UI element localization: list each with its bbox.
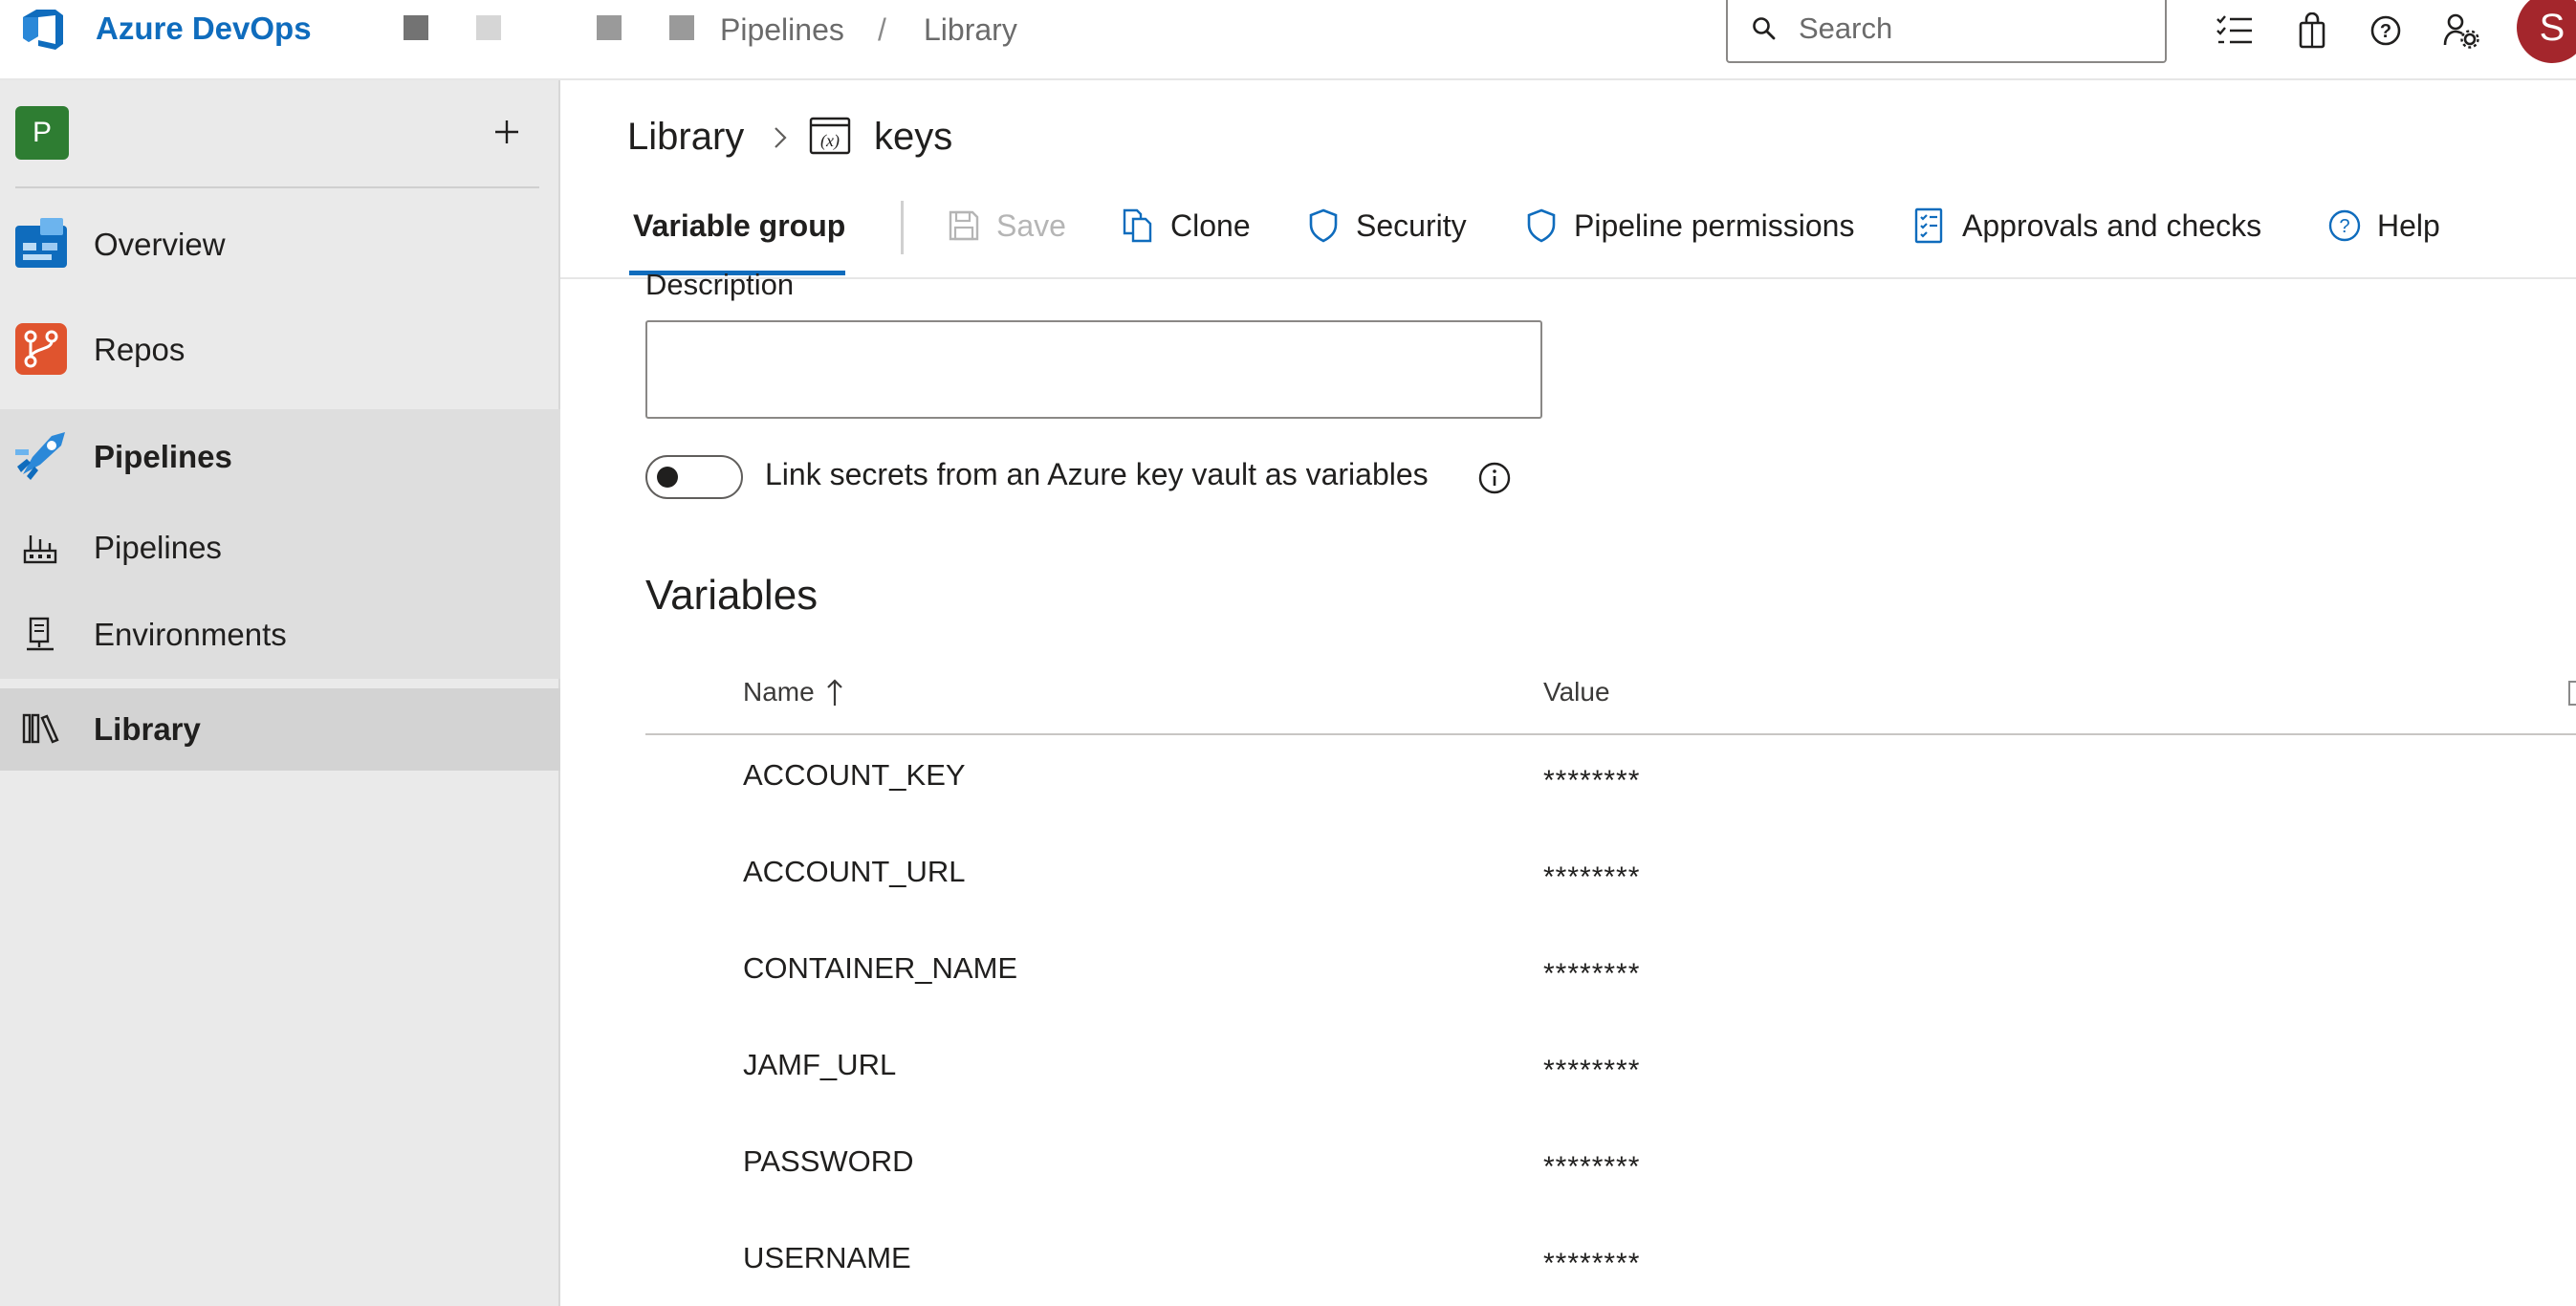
variable-group-name: keys — [874, 115, 953, 158]
repos-icon — [13, 321, 69, 377]
top-bar: Azure DevOps Pipelines / Library Search … — [0, 0, 2576, 80]
search-box[interactable] — [1726, 0, 2167, 63]
checklist-icon — [1910, 207, 1949, 245]
page-breadcrumb: Library (x) keys — [627, 113, 952, 161]
variable-value[interactable]: ******** — [1543, 1151, 1640, 1184]
variable-value[interactable]: ******** — [1543, 861, 1640, 894]
user-settings-icon[interactable] — [2440, 10, 2482, 52]
shield-icon — [1522, 207, 1561, 245]
sidebar-item-label: Library — [94, 711, 201, 747]
user-avatar[interactable]: S — [2517, 0, 2576, 63]
library-icon — [21, 709, 61, 748]
table-row[interactable]: CONTAINER_NAME ******** — [645, 933, 2576, 1029]
help-label: Help — [2377, 207, 2440, 243]
column-header-name[interactable]: Name — [743, 677, 815, 707]
table-row[interactable]: ACCOUNT_URL ******** — [645, 837, 2576, 932]
svg-text:(x): (x) — [820, 131, 840, 151]
save-label: Save — [996, 207, 1066, 243]
sidebar-item-pipelines-section[interactable]: Pipelines — [0, 409, 560, 505]
add-project-button[interactable] — [488, 113, 526, 151]
info-icon[interactable] — [1476, 460, 1513, 496]
pipeline-permissions-button[interactable]: Pipeline permissions — [1522, 205, 1854, 247]
task-list-icon[interactable] — [2214, 10, 2256, 52]
variable-value[interactable]: ******** — [1543, 765, 1640, 797]
sidebar-item-pipelines[interactable]: Pipelines — [0, 505, 560, 591]
breadcrumb-separator: / — [878, 12, 886, 47]
column-header-value[interactable]: Value — [1543, 677, 1610, 707]
save-icon — [945, 207, 983, 245]
org-name-redacted[interactable] — [476, 15, 501, 40]
sidebar-item-label: Repos — [94, 332, 186, 367]
variable-name[interactable]: CONTAINER_NAME — [743, 951, 1017, 986]
azure-devops-logo-icon[interactable] — [17, 4, 69, 55]
sidebar-item-environments[interactable]: Environments — [0, 591, 560, 679]
brand-name[interactable]: Azure DevOps — [96, 11, 312, 47]
sidebar: P Overview Repos Pipelines Pipelines Env… — [0, 80, 560, 1306]
org-avatar-icon[interactable] — [404, 15, 428, 40]
breadcrumb-library-link[interactable]: Library — [627, 116, 744, 159]
variable-value[interactable]: ******** — [1543, 958, 1640, 990]
help-circle-icon: ? — [2325, 207, 2364, 245]
clone-icon — [1119, 207, 1157, 245]
sidebar-item-label: Pipelines — [94, 439, 232, 474]
variable-value[interactable]: ******** — [1543, 1248, 1640, 1280]
sort-ascending-icon[interactable] — [824, 677, 845, 707]
save-button[interactable]: Save — [945, 205, 1066, 247]
shopping-bag-icon[interactable] — [2291, 10, 2333, 52]
security-label: Security — [1356, 207, 1467, 243]
breadcrumb-pipelines[interactable]: Pipelines — [720, 12, 844, 48]
keyvault-toggle[interactable] — [645, 455, 743, 499]
sidebar-divider — [15, 186, 539, 188]
svg-text:?: ? — [2380, 21, 2391, 42]
environments-icon — [21, 616, 59, 654]
help-button[interactable]: ? Help — [2325, 205, 2440, 247]
variable-value[interactable]: ******** — [1543, 1055, 1640, 1087]
table-header-divider — [645, 733, 2576, 735]
pipeline-permissions-label: Pipeline permissions — [1574, 207, 1855, 243]
project-name-redacted[interactable] — [669, 15, 694, 40]
variable-name[interactable]: USERNAME — [743, 1241, 911, 1275]
tab-variable-group[interactable]: Variable group — [633, 208, 845, 244]
sidebar-item-overview[interactable]: Overview — [0, 197, 560, 293]
approvals-and-checks-button[interactable]: Approvals and checks — [1910, 205, 2261, 247]
toolbar-separator — [901, 201, 904, 254]
description-field[interactable] — [645, 320, 1542, 419]
sidebar-item-label: Overview — [94, 227, 226, 262]
project-avatar-icon[interactable] — [597, 15, 622, 40]
search-icon — [1753, 17, 1776, 40]
column-options-icon[interactable] — [2568, 681, 2576, 706]
table-row[interactable]: ACCOUNT_KEY ******** — [645, 740, 2576, 836]
security-button[interactable]: Security — [1304, 205, 1467, 247]
table-row[interactable]: PASSWORD ******** — [645, 1126, 2576, 1222]
pipelines-icon — [21, 528, 59, 566]
variables-heading: Variables — [645, 572, 819, 619]
variable-name[interactable]: PASSWORD — [743, 1144, 914, 1179]
variable-name[interactable]: JAMF_URL — [743, 1048, 896, 1082]
overview-icon — [13, 216, 69, 272]
clone-label: Clone — [1170, 207, 1251, 243]
shield-icon — [1304, 207, 1343, 245]
table-row[interactable]: JAMF_URL ******** — [645, 1030, 2576, 1125]
sidebar-item-label: Environments — [94, 617, 287, 652]
toggle-knob — [657, 467, 678, 488]
keyvault-toggle-label: Link secrets from an Azure key vault as … — [765, 457, 1429, 491]
variable-name[interactable]: ACCOUNT_URL — [743, 855, 966, 889]
pipelines-section-icon — [13, 428, 69, 484]
variable-name[interactable]: ACCOUNT_KEY — [743, 758, 966, 793]
search-input[interactable] — [1799, 10, 2143, 48]
approvals-label: Approvals and checks — [1962, 207, 2262, 243]
svg-text:?: ? — [2339, 216, 2349, 237]
variable-group-icon: (x) — [809, 117, 851, 155]
toolbar: Variable group Save Clone Security Pipel… — [560, 187, 2576, 279]
project-avatar[interactable]: P — [15, 106, 69, 160]
sidebar-item-repos[interactable]: Repos — [0, 302, 560, 398]
description-label: Description — [645, 268, 795, 301]
table-row[interactable]: USERNAME ******** — [645, 1223, 2576, 1306]
chevron-right-icon — [775, 127, 787, 148]
sidebar-item-label: Pipelines — [94, 530, 222, 565]
breadcrumb-library[interactable]: Library — [924, 12, 1017, 48]
sidebar-item-library[interactable]: Library — [0, 688, 560, 771]
help-icon[interactable]: ? — [2365, 10, 2407, 52]
clone-button[interactable]: Clone — [1119, 205, 1251, 247]
